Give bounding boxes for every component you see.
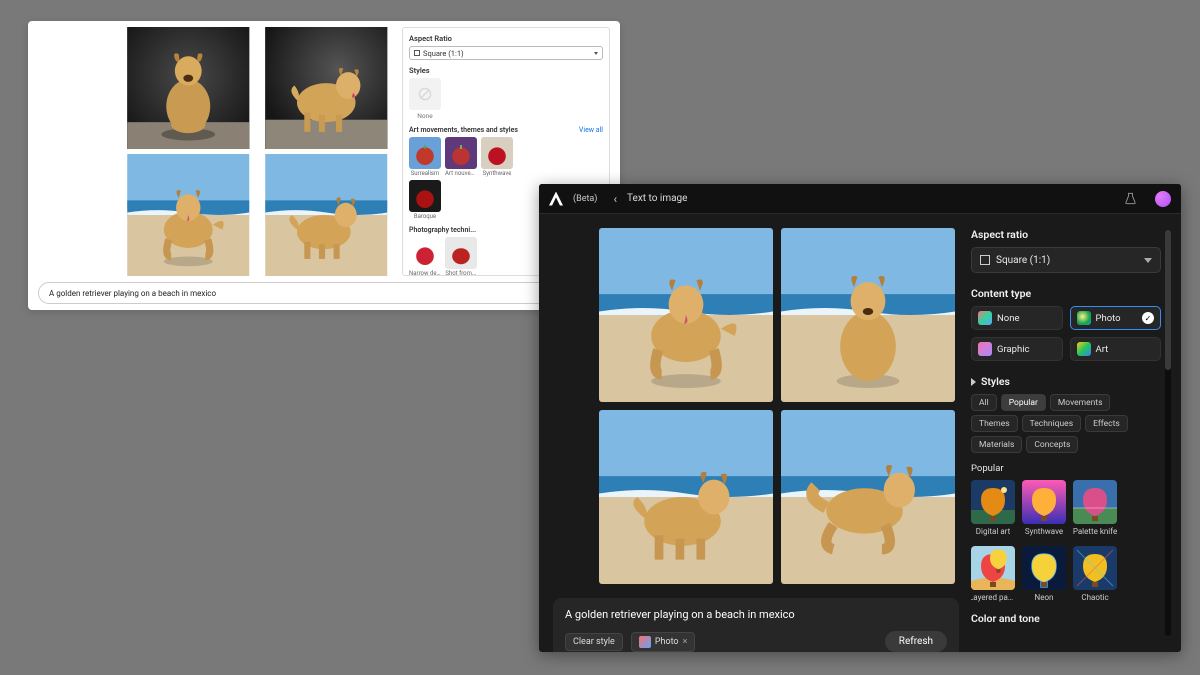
content-type-art[interactable]: Art bbox=[1070, 337, 1162, 361]
chevron-right-icon bbox=[971, 378, 976, 386]
light-result-4[interactable] bbox=[260, 154, 393, 276]
dark-prompt-input[interactable]: A golden retriever playing on a beach in… bbox=[565, 608, 947, 621]
aspect-ratio-select[interactable]: Square (1:1) bbox=[409, 46, 603, 60]
style-none-label: None bbox=[409, 112, 441, 120]
tab-themes[interactable]: Themes bbox=[971, 415, 1018, 432]
square-icon bbox=[414, 50, 420, 56]
tab-concepts[interactable]: Concepts bbox=[1026, 436, 1078, 453]
light-result-3[interactable] bbox=[122, 154, 255, 276]
content-type-label: Content type bbox=[971, 287, 1161, 300]
square-icon bbox=[980, 255, 990, 265]
dark-result-1[interactable] bbox=[599, 228, 773, 402]
tab-movements[interactable]: Movements bbox=[1050, 394, 1111, 411]
popular-label: Popular bbox=[971, 463, 1161, 474]
dark-app-window: (Beta) ‹ Text to image A golden retrieve… bbox=[539, 184, 1181, 652]
style-layered-paper[interactable] bbox=[971, 546, 1015, 590]
dark-result-2[interactable] bbox=[781, 228, 955, 402]
content-type-none[interactable]: None bbox=[971, 306, 1063, 330]
chevron-down-icon bbox=[1144, 258, 1152, 263]
flask-icon[interactable] bbox=[1124, 192, 1137, 205]
photo-tech-label: Photography techni... bbox=[409, 226, 476, 234]
dark-result-4[interactable] bbox=[781, 410, 955, 584]
aspect-ratio-label: Aspect Ratio bbox=[409, 34, 603, 43]
dark-result-3[interactable] bbox=[599, 410, 773, 584]
scrollbar-thumb[interactable] bbox=[1165, 230, 1171, 370]
content-type-photo[interactable]: Photo✓ bbox=[1070, 306, 1162, 330]
style-none-swatch[interactable] bbox=[409, 78, 441, 110]
photo-chip-icon bbox=[639, 636, 651, 648]
style-palette-knife[interactable] bbox=[1073, 480, 1117, 524]
scrollbar[interactable] bbox=[1165, 230, 1171, 636]
styles-label: Styles bbox=[409, 66, 603, 75]
content-type-graphic[interactable]: Graphic bbox=[971, 337, 1063, 361]
aspect-ratio-select[interactable]: Square (1:1) bbox=[971, 247, 1161, 273]
art-thumb-surrealism[interactable] bbox=[409, 137, 441, 169]
light-app-window: Aspect Ratio Square (1:1) Styles None Ar… bbox=[28, 21, 620, 310]
art-thumb-artnouveau[interactable] bbox=[445, 137, 477, 169]
topbar: (Beta) ‹ Text to image bbox=[539, 184, 1181, 214]
tab-materials[interactable]: Materials bbox=[971, 436, 1022, 453]
style-neon[interactable] bbox=[1022, 546, 1066, 590]
color-and-tone-label[interactable]: Color and tone bbox=[971, 612, 1161, 625]
photo-chip[interactable]: Photo × bbox=[631, 632, 696, 652]
style-tabs: All Popular Movements Themes Techniques … bbox=[971, 394, 1161, 453]
beta-label: (Beta) bbox=[573, 194, 597, 204]
view-all-link[interactable]: View all bbox=[579, 126, 603, 134]
none-icon bbox=[978, 311, 992, 325]
back-button[interactable]: ‹ bbox=[613, 192, 617, 206]
dark-refresh-button[interactable]: Refresh bbox=[885, 631, 947, 652]
tab-popular[interactable]: Popular bbox=[1001, 394, 1046, 411]
tab-effects[interactable]: Effects bbox=[1085, 415, 1128, 432]
adobe-logo-icon bbox=[549, 192, 563, 206]
dark-results-grid bbox=[599, 228, 955, 584]
graphic-icon bbox=[978, 342, 992, 356]
light-prompt-input[interactable]: A golden retriever playing on a beach in… bbox=[49, 289, 540, 298]
close-icon[interactable]: × bbox=[683, 637, 688, 647]
check-icon: ✓ bbox=[1142, 312, 1154, 324]
photo-thumb-1[interactable] bbox=[409, 237, 441, 269]
style-synthwave[interactable] bbox=[1022, 480, 1066, 524]
style-digital-art[interactable] bbox=[971, 480, 1015, 524]
aspect-ratio-value: Square (1:1) bbox=[996, 255, 1138, 266]
dark-prompt-bar: A golden retriever playing on a beach in… bbox=[553, 598, 959, 652]
art-icon bbox=[1077, 342, 1091, 356]
aspect-ratio-label: Aspect ratio bbox=[971, 228, 1161, 241]
light-results-grid bbox=[122, 27, 392, 276]
photo-icon bbox=[1077, 311, 1091, 325]
avatar[interactable] bbox=[1155, 191, 1171, 207]
chevron-down-icon bbox=[594, 52, 598, 55]
photo-thumb-2[interactable] bbox=[445, 237, 477, 269]
tab-all[interactable]: All bbox=[971, 394, 997, 411]
light-result-2[interactable] bbox=[260, 27, 393, 149]
dark-settings-panel: Aspect ratio Square (1:1) Content type N… bbox=[971, 228, 1177, 638]
art-thumb-synthwave[interactable] bbox=[481, 137, 513, 169]
art-movements-label: Art movements, themes and styles bbox=[409, 126, 518, 134]
styles-label[interactable]: Styles bbox=[971, 375, 1161, 388]
art-thumb-baroque[interactable] bbox=[409, 180, 441, 212]
breadcrumb[interactable]: Text to image bbox=[627, 193, 687, 204]
light-prompt-bar: A golden retriever playing on a beach in… bbox=[38, 282, 610, 304]
tab-techniques[interactable]: Techniques bbox=[1022, 415, 1081, 432]
style-chaotic[interactable] bbox=[1073, 546, 1117, 590]
clear-style-button[interactable]: Clear style bbox=[565, 633, 623, 651]
light-result-1[interactable] bbox=[122, 27, 255, 149]
aspect-ratio-value: Square (1:1) bbox=[423, 49, 464, 58]
